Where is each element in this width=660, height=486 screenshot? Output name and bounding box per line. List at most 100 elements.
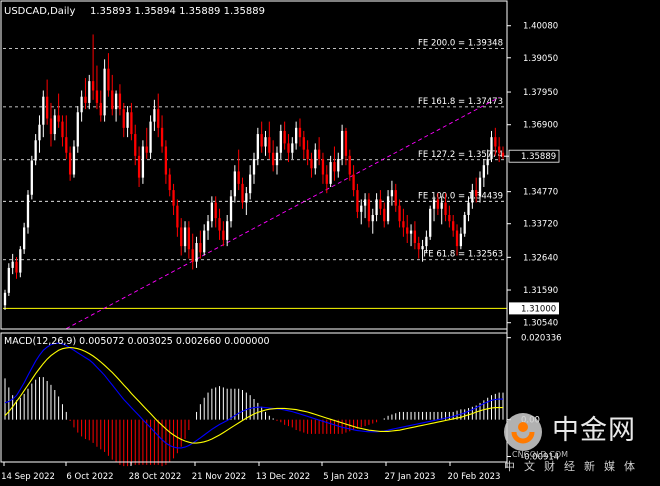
candle-body	[291, 143, 294, 153]
candle-body	[233, 171, 236, 197]
fib-level-label: FE 61.8 = 1.32563	[423, 250, 503, 260]
candle-body	[49, 118, 53, 135]
candle-body	[99, 102, 102, 116]
watermark-subtitle: 中文财经新媒体	[504, 460, 644, 473]
candle-body	[11, 261, 14, 268]
candle-body	[122, 109, 125, 128]
candle-body	[268, 137, 271, 153]
candle-body	[15, 261, 18, 273]
candle-body	[478, 177, 482, 197]
candle-body	[252, 158, 256, 175]
candle-body	[19, 249, 22, 273]
candle-body	[76, 112, 79, 147]
candle-body	[42, 96, 45, 125]
candle-body	[283, 130, 286, 144]
candle-body	[111, 90, 114, 110]
candle-body	[363, 199, 367, 206]
candle-body	[183, 227, 187, 247]
candle-body	[195, 243, 198, 262]
candle-body	[53, 115, 56, 135]
candle-body	[356, 190, 359, 212]
candle-body	[57, 115, 60, 122]
candle-body	[440, 202, 443, 209]
candle-body	[34, 140, 37, 161]
candle-body	[455, 230, 459, 247]
time-tick-label: 13 Dec 2022	[256, 472, 310, 482]
candle-body	[482, 165, 485, 178]
candle-body	[467, 202, 470, 215]
candle-body	[348, 155, 351, 175]
candle-body	[302, 137, 305, 150]
candle-body	[317, 149, 321, 159]
candle-body	[421, 246, 424, 250]
candle-body	[413, 230, 417, 244]
macd-label: MACD(12,26,9) 0.005072 0.003025 0.002660…	[4, 336, 270, 347]
chart-header-ohlc: 1.35893 1.35894 1.35889 1.35889	[90, 6, 265, 17]
candle-body	[275, 152, 279, 166]
support-price-label: 1.31000	[521, 304, 556, 314]
candle-body	[325, 174, 328, 184]
price-tick-label: 1.36900	[523, 121, 558, 131]
candle-body	[310, 158, 313, 169]
candle-body	[160, 127, 164, 147]
candle-body	[65, 137, 68, 153]
candle-body	[222, 230, 225, 240]
fib-level-label: FE 127.2 = 1.35774	[418, 150, 503, 160]
candle-body	[260, 134, 263, 147]
candle-body	[386, 196, 390, 222]
candle-body	[229, 196, 233, 222]
candle-body	[61, 121, 64, 138]
candle-body	[107, 68, 110, 91]
price-tick-label: 1.40080	[523, 22, 558, 32]
candle-body	[344, 130, 348, 156]
macd-main-line	[4, 342, 503, 449]
candle-body	[321, 158, 325, 175]
price-tick-label: 1.31590	[523, 286, 558, 296]
candle-body	[203, 230, 206, 253]
candle-body	[26, 194, 30, 228]
candle-body	[137, 155, 141, 178]
candle-body	[367, 199, 371, 222]
candle-body	[118, 93, 122, 110]
candle-body	[237, 171, 240, 184]
candle-body	[501, 152, 505, 157]
candle-body	[7, 267, 10, 293]
candle-body	[409, 230, 413, 234]
candle-body	[329, 162, 332, 184]
candle-body	[38, 124, 41, 141]
candle-body	[371, 214, 374, 222]
candle-body	[444, 202, 447, 215]
candle-body	[164, 146, 168, 175]
price-tick-label: 1.30540	[523, 319, 558, 329]
candle-body	[145, 146, 148, 153]
fib-level-label: FE 100.0 = 1.34439	[418, 191, 503, 201]
candle-body	[103, 68, 106, 116]
candle-body	[84, 96, 87, 103]
candle-body	[306, 149, 309, 159]
candle-body	[459, 233, 463, 247]
candle-body	[241, 183, 244, 203]
candle-body	[23, 227, 26, 250]
candle-body	[199, 243, 202, 253]
candle-body	[337, 158, 340, 172]
candle-body	[149, 121, 152, 153]
candle-body	[406, 227, 409, 234]
candle-body	[218, 218, 221, 231]
price-tick-label: 1.37950	[523, 88, 558, 98]
candle-body	[272, 152, 275, 166]
candle-body	[187, 227, 191, 250]
candle-body	[360, 205, 363, 212]
watermark-brand: 中金网	[552, 415, 636, 446]
candle-body	[486, 158, 489, 166]
candle-body	[141, 146, 145, 178]
candle-body	[95, 90, 99, 103]
candle-body	[436, 199, 440, 209]
candle-body	[379, 199, 382, 209]
candle-body	[432, 199, 436, 209]
candle-body	[206, 221, 210, 231]
time-tick-label: 5 Jan 2023	[323, 472, 369, 482]
candle-body	[279, 130, 282, 153]
candle-body	[80, 96, 83, 113]
candle-body	[45, 96, 49, 119]
watermark-site: CNGOLD.COM	[512, 450, 569, 459]
